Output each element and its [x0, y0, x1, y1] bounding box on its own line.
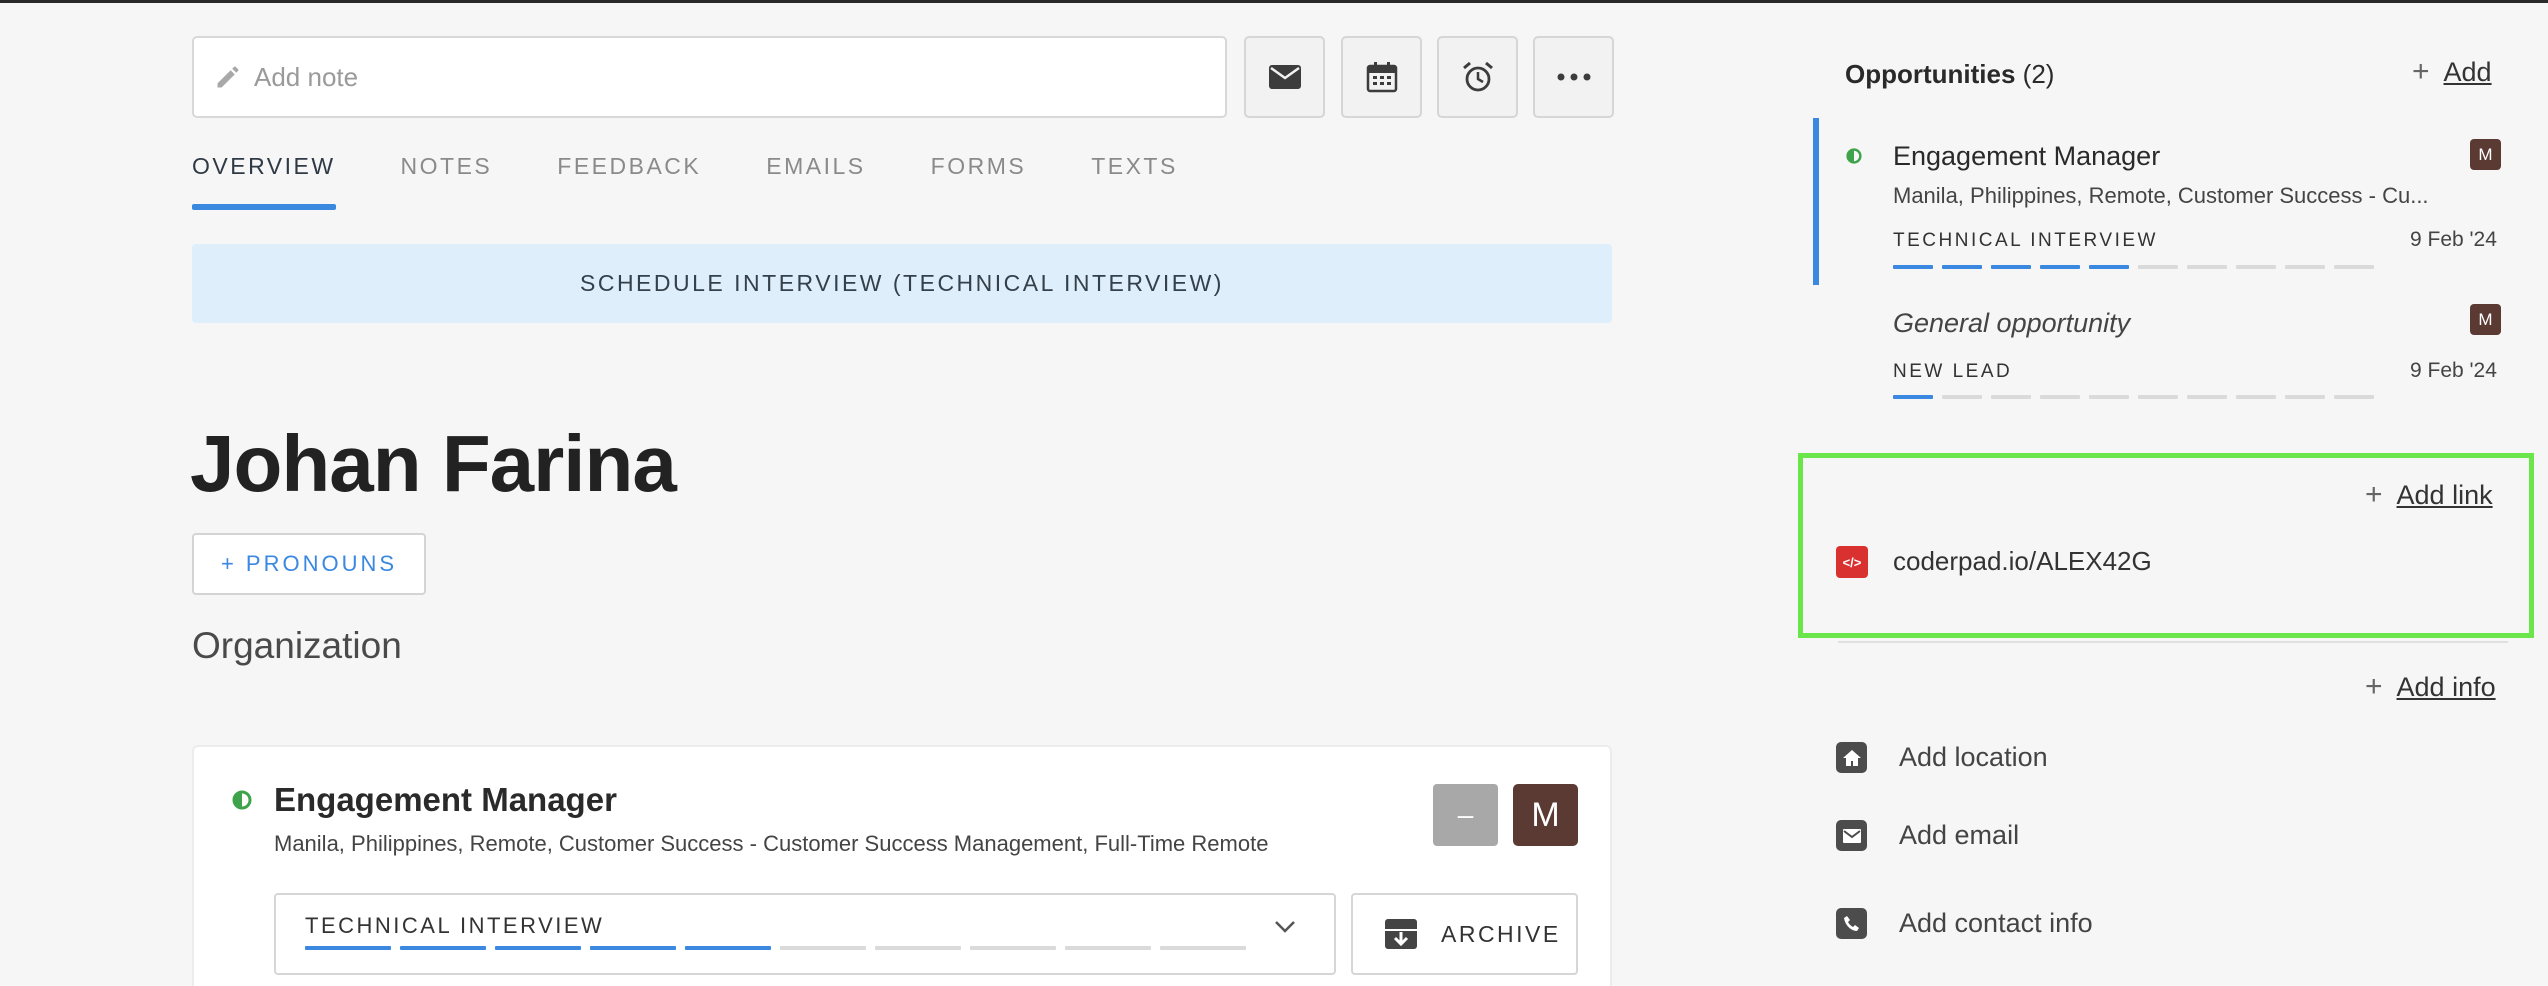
archive-button[interactable]: ARCHIVE [1351, 893, 1578, 975]
add-info-label: Add info [2396, 671, 2496, 702]
profile-tabs: OVERVIEW NOTES FEEDBACK EMAILS FORMS TEX… [192, 153, 1243, 213]
progress-segment [1991, 395, 2031, 399]
pencil-icon [217, 66, 239, 88]
opportunities-count: (2) [2022, 59, 2055, 89]
progress-segment [2285, 265, 2325, 269]
plus-icon: + [2412, 55, 2430, 88]
add-pronouns-button[interactable]: + PRONOUNS [192, 533, 426, 595]
progress-segment [2187, 395, 2227, 399]
add-info-button[interactable]: + Add info [2365, 670, 2496, 704]
reminder-button[interactable] [1437, 36, 1518, 118]
add-location-label: Add location [1899, 742, 2048, 772]
plus-icon: + [2365, 670, 2383, 703]
envelope-icon [1836, 820, 1867, 851]
progress-segment [780, 946, 866, 950]
tab-feedback[interactable]: FEEDBACK [557, 153, 701, 213]
code-icon: </> [1836, 546, 1868, 578]
progress-segment [2334, 265, 2374, 269]
opportunity-owner-avatar: M [2470, 304, 2501, 335]
add-email-row[interactable]: Add email [1836, 820, 2019, 851]
opportunity-owner-avatar: M [2470, 139, 2501, 170]
progress-segment [1991, 265, 2031, 269]
progress-segment [2138, 395, 2178, 399]
opportunity-item-stage: NEW LEAD [1893, 361, 2013, 382]
alarm-clock-icon [1462, 61, 1493, 92]
selected-indicator [1813, 118, 1819, 285]
progress-segment [2187, 265, 2227, 269]
stage-status-icon [1846, 148, 1862, 164]
envelope-icon [1268, 65, 1301, 89]
add-note-input[interactable]: Add note [192, 36, 1227, 118]
opportunity-subtitle: Manila, Philippines, Remote, Customer Su… [274, 831, 1269, 856]
coderpad-link[interactable]: coderpad.io/ALEX42G [1893, 546, 2152, 577]
stage-status-icon [232, 790, 252, 810]
opportunities-heading: Opportunities (2) [1845, 59, 2055, 89]
calendar-icon [1366, 62, 1397, 93]
add-link-label: Add link [2396, 479, 2493, 510]
opportunity-item-title[interactable]: Engagement Manager [1893, 141, 2160, 172]
archive-label: ARCHIVE [1441, 920, 1561, 947]
schedule-interview-banner[interactable]: SCHEDULE INTERVIEW (TECHNICAL INTERVIEW) [192, 244, 1612, 323]
email-button[interactable] [1244, 36, 1325, 118]
progress-segment [2040, 265, 2080, 269]
archive-icon [1385, 919, 1417, 949]
add-location-row[interactable]: Add location [1836, 742, 2048, 773]
add-note-placeholder: Add note [254, 61, 359, 92]
chevron-down-icon [1275, 921, 1295, 933]
owner-avatar[interactable]: M [1513, 784, 1578, 846]
candidate-name: Johan Farina [190, 419, 677, 508]
progress-segment [2236, 395, 2276, 399]
progress-segment [590, 946, 676, 950]
progress-segment [400, 946, 486, 950]
add-opportunity-button[interactable]: + Add [2412, 55, 2492, 89]
tab-emails[interactable]: EMAILS [766, 153, 865, 213]
more-horizontal-icon [1557, 73, 1590, 81]
progress-segment [1893, 265, 1933, 269]
tab-notes[interactable]: NOTES [401, 153, 493, 213]
organization-label: Organization [192, 625, 402, 666]
stage-dropdown-value: TECHNICAL INTERVIEW [305, 913, 605, 938]
candidate-page: Add note OVERVIEW NOTES FEEDBACK EMAILS … [0, 0, 2548, 986]
add-link-button[interactable]: + Add link [2365, 478, 2493, 512]
progress-segment [685, 946, 771, 950]
progress-segment [495, 946, 581, 950]
opportunity-item-date: 9 Feb '24 [2410, 228, 2497, 251]
tab-forms[interactable]: FORMS [931, 153, 1027, 213]
progress-segment [1893, 395, 1933, 399]
add-contact-info-row[interactable]: Add contact info [1836, 908, 2093, 939]
opportunity-item-title[interactable]: General opportunity [1893, 308, 2130, 339]
opportunity-item-subtitle: Manila, Philippines, Remote, Customer Su… [1893, 183, 2429, 208]
progress-segment [1065, 946, 1151, 950]
home-icon [1836, 742, 1867, 773]
progress-segment [1942, 265, 1982, 269]
progress-segment [2138, 265, 2178, 269]
tab-overview[interactable]: OVERVIEW [192, 153, 336, 213]
opportunity-item-date: 9 Feb '24 [2410, 359, 2497, 382]
progress-segment [2285, 395, 2325, 399]
progress-segment [1942, 395, 1982, 399]
progress-segment [2334, 395, 2374, 399]
tab-texts[interactable]: TEXTS [1091, 153, 1178, 213]
add-opportunity-label: Add [2443, 56, 2492, 87]
section-divider [1838, 641, 2508, 643]
progress-segment [2089, 265, 2129, 269]
progress-segment [2089, 395, 2129, 399]
progress-segment [305, 946, 391, 950]
collapse-button[interactable]: – [1433, 784, 1498, 846]
plus-icon: + [2365, 478, 2383, 511]
progress-segment [2236, 265, 2276, 269]
add-contact-info-label: Add contact info [1899, 908, 2093, 938]
progress-segment [970, 946, 1056, 950]
schedule-button[interactable] [1341, 36, 1422, 118]
progress-segment [875, 946, 961, 950]
more-actions-button[interactable] [1533, 36, 1614, 118]
phone-icon [1836, 908, 1867, 939]
opportunity-item-stage: TECHNICAL INTERVIEW [1893, 230, 2158, 251]
progress-segment [1160, 946, 1246, 950]
add-email-label: Add email [1899, 820, 2020, 850]
opportunity-title[interactable]: Engagement Manager [274, 781, 617, 819]
progress-segment [2040, 395, 2080, 399]
